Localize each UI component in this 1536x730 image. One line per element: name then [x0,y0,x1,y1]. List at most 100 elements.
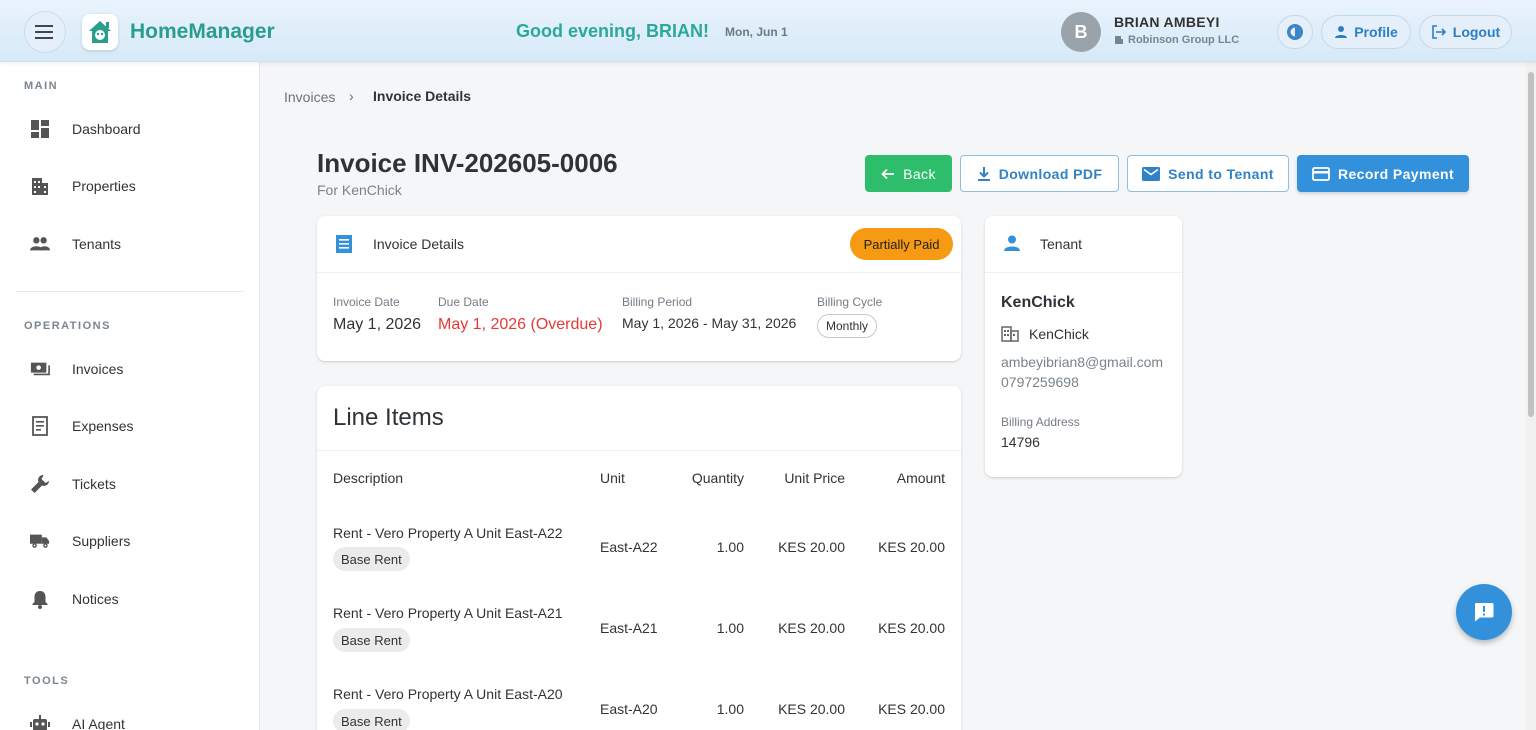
download-icon [977,166,990,181]
logout-icon [1431,25,1446,39]
send-to-tenant-label: Send to Tenant [1168,165,1274,182]
robot-icon [30,714,50,730]
billing-address-label: Billing Address [1001,415,1080,429]
user-company: Robinson Group LLC [1114,34,1239,46]
invoice-date-label: Invoice Date [333,295,400,309]
breadcrumb-current: Invoice Details [373,88,472,104]
record-payment-label: Record Payment [1337,165,1455,182]
card-divider [985,272,1182,273]
profile-label: Profile [1354,24,1398,40]
column-header-quantity: Quantity [691,470,744,486]
tenant-company: KenChick [1029,326,1089,342]
section-main: MAIN [24,80,59,92]
greeting-text: Good evening, BRIAN! [516,21,709,41]
sidebar-label-notices: Notices [72,591,119,607]
back-label: Back [903,165,936,182]
column-header-description: Description [333,470,404,486]
brand-name[interactable]: HomeManager [130,20,275,44]
row-unit: East-A20 [600,701,658,717]
menu-button[interactable] [24,11,66,53]
row-unit: East-A21 [600,620,658,636]
feedback-icon [1474,603,1494,622]
record-payment-button[interactable]: Record Payment [1297,155,1469,192]
sidebar-label-dashboard: Dashboard [72,121,141,137]
sidebar-item-properties[interactable]: Properties [0,164,259,208]
truck-icon [30,531,50,551]
breadcrumb-separator: › [349,88,354,104]
row-quantity: 1.00 [716,701,744,717]
sidebar-label-expenses: Expenses [72,418,134,434]
receipt-icon [30,416,50,436]
tenant-email[interactable]: ambeyibrian8@gmail.com [1001,354,1163,370]
sidebar-item-notices[interactable]: Notices [0,577,259,621]
logo[interactable] [82,14,118,50]
profile-button[interactable]: Profile [1321,15,1411,49]
sidebar-item-suppliers[interactable]: Suppliers [0,519,259,563]
sidebar-item-tickets[interactable]: Tickets [0,462,259,506]
download-pdf-label: Download PDF [998,165,1103,182]
download-pdf-button[interactable]: Download PDF [960,155,1119,192]
row-unit-price: KES 20.00 [778,701,845,717]
billing-cycle-label: Billing Cycle [817,295,883,309]
details-card-title: Invoice Details [373,236,465,252]
section-operations: OPERATIONS [24,320,111,332]
line-items-title: Line Items [333,404,444,431]
logout-label: Logout [1452,24,1501,40]
user-name: BRIAN AMBEYI [1114,14,1220,30]
receipt-long-icon [336,235,352,253]
column-header-amount: Amount [896,470,945,486]
row-tag: Base Rent [333,628,410,652]
avatar[interactable]: B [1061,12,1101,52]
sidebar-item-dashboard[interactable]: Dashboard [0,107,259,151]
logout-button[interactable]: Logout [1419,15,1512,49]
tenant-card-title: Tenant [1040,236,1083,252]
row-amount: KES 20.00 [878,539,945,555]
house-icon [89,21,111,43]
person-icon [1004,235,1020,251]
payments-icon [30,359,50,379]
sidebar: MAIN Dashboard Properties Tenants OPERAT… [0,62,260,730]
card-divider [317,272,961,273]
sidebar-item-ai-agent[interactable]: AI Agent [0,702,259,730]
row-unit-price: KES 20.00 [778,620,845,636]
billing-cycle-chip: Monthly [817,314,878,338]
invoice-details-card: Invoice Details Partially Paid Invoice D… [317,216,961,361]
wrench-icon [30,474,50,494]
theme-toggle-button[interactable] [1277,15,1313,49]
row-unit: East-A22 [600,539,658,555]
send-to-tenant-button[interactable]: Send to Tenant [1127,155,1289,192]
sidebar-divider [16,291,244,292]
section-tools: TOOLS [24,675,70,687]
breadcrumb-invoices-link[interactable]: Invoices [284,89,335,105]
dashboard-icon [30,119,50,139]
sidebar-item-invoices[interactable]: Invoices [0,347,259,391]
credit-card-icon [1312,166,1330,181]
sidebar-label-tickets: Tickets [72,476,116,492]
people-icon [30,234,50,254]
column-header-unit: Unit [600,470,625,486]
card-divider [317,450,961,451]
tenant-name: KenChick [1001,294,1075,311]
tenant-phone[interactable]: 0797259698 [1001,374,1079,390]
row-description: Rent - Vero Property A Unit East-A22 [333,525,563,541]
row-description: Rent - Vero Property A Unit East-A21 [333,605,563,621]
sidebar-label-tenants: Tenants [72,236,122,252]
scrollbar-thumb[interactable] [1528,72,1534,417]
business-icon [1001,326,1019,342]
invoice-date-value: May 1, 2026 [333,316,422,333]
feedback-button[interactable] [1456,584,1512,640]
apartment-icon [30,176,50,196]
due-date-label: Due Date [438,295,489,309]
current-date: Mon, Jun 1 [725,25,788,39]
sidebar-item-expenses[interactable]: Expenses [0,404,259,448]
row-tag: Base Rent [333,709,410,730]
bell-icon [30,589,50,609]
row-quantity: 1.00 [716,539,744,555]
line-items-card: Line Items Description Unit Quantity Uni… [317,386,961,730]
person-icon [1335,26,1348,38]
building-icon [1115,36,1123,44]
billing-period-label: Billing Period [622,295,693,309]
sidebar-item-tenants[interactable]: Tenants [0,222,259,266]
due-date-value: May 1, 2026 (Overdue) [438,316,603,333]
back-button[interactable]: Back [865,155,952,192]
